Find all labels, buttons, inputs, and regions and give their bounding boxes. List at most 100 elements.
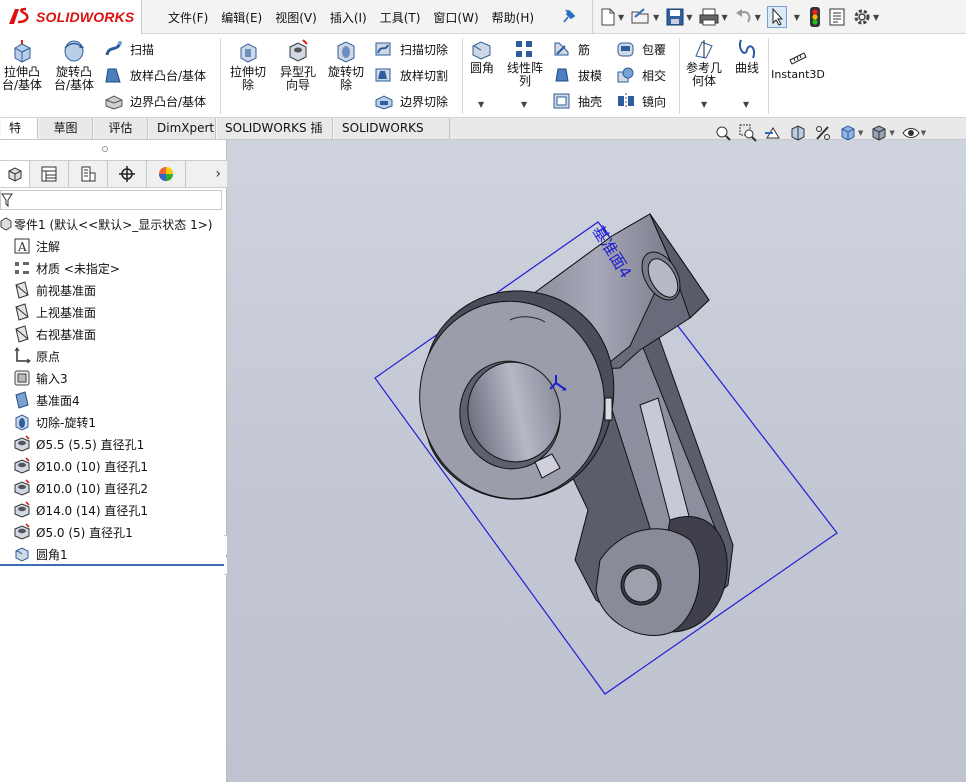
boundary-cut-button[interactable]: 边界切除 <box>374 92 448 110</box>
menu-window[interactable]: 窗口(W) <box>433 9 478 26</box>
tab-property-manager[interactable] <box>30 161 69 187</box>
draft-button[interactable]: 拔模 <box>552 66 602 84</box>
new-file-button[interactable]: ▼ <box>599 7 624 27</box>
revolve-boss-button[interactable]: 旋转凸 台/基体 <box>52 38 96 92</box>
select-button[interactable] <box>766 6 787 28</box>
pattern-dropdown[interactable]: ▼ <box>521 100 527 109</box>
open-folder-icon <box>631 8 649 24</box>
material-icon <box>12 258 32 278</box>
tree-root[interactable]: 零件1 (默认<<默认>_显示状态 1>) <box>0 213 227 235</box>
curves-button[interactable]: 曲线 <box>730 38 764 75</box>
feature-tree: 零件1 (默认<<默认>_显示状态 1>) A 注解 材质 <未指定> 前视基准面 上视… <box>0 213 227 565</box>
dynamic-annotation-button[interactable] <box>814 124 832 142</box>
extrude-boss-button[interactable]: 拉伸凸 台/基体 <box>0 38 44 92</box>
curves-dropdown[interactable]: ▼ <box>743 100 749 109</box>
plane-icon <box>12 302 32 322</box>
shell-button[interactable]: 抽壳 <box>552 92 602 110</box>
menu-tools[interactable]: 工具(T) <box>380 9 421 26</box>
tree-filter[interactable] <box>0 190 222 210</box>
reference-geometry-button[interactable]: 参考几 何体 <box>682 38 726 88</box>
tab-configuration-manager[interactable] <box>69 161 108 187</box>
tree-item[interactable]: 材质 <未指定> <box>0 257 227 279</box>
tree-item[interactable]: A 注解 <box>0 235 227 257</box>
draft-icon <box>555 68 569 82</box>
tree-item[interactable]: 上视基准面 <box>0 301 227 323</box>
tree-item[interactable]: Ø5.0 (5) 直径孔1 <box>0 521 227 543</box>
pin-icon[interactable] <box>562 9 576 25</box>
tree-item[interactable]: 基准面4 <box>0 389 227 411</box>
zoom-area-button[interactable] <box>739 124 757 142</box>
file-properties-button[interactable] <box>828 7 846 27</box>
intersect-button[interactable]: 相交 <box>616 66 666 84</box>
extrude-cut-button[interactable]: 拉伸切 除 <box>226 38 270 92</box>
linear-pattern-button[interactable]: 线性阵 列 <box>503 38 547 88</box>
part-model[interactable]: 基准面4 <box>227 140 966 782</box>
tree-item[interactable]: 右视基准面 <box>0 323 227 345</box>
fillet-icon <box>12 544 32 564</box>
tree-item[interactable]: 前视基准面 <box>0 279 227 301</box>
save-button[interactable]: ▼ <box>665 7 692 27</box>
undo-button[interactable]: ▼ <box>734 7 761 27</box>
menu-edit[interactable]: 编辑(E) <box>221 9 262 26</box>
tree-item-label: 切除-旋转1 <box>36 415 96 430</box>
tree-item[interactable]: 输入3 <box>0 367 227 389</box>
annotation-icon: A <box>12 236 32 256</box>
chevron-right-icon[interactable]: › <box>215 166 221 182</box>
lofted-cut-button[interactable]: 放样切割 <box>374 66 448 84</box>
fillet-dropdown[interactable]: ▼ <box>478 100 484 109</box>
menu-file[interactable]: 文件(F) <box>168 9 208 26</box>
tree-item[interactable]: Ø14.0 (14) 直径孔1 <box>0 499 227 521</box>
revolve-cut-button[interactable]: 旋转切 除 <box>324 38 368 92</box>
tree-item[interactable]: Ø10.0 (10) 直径孔1 <box>0 455 227 477</box>
hide-show-items-button[interactable]: ▼ <box>902 124 926 142</box>
tree-item[interactable]: Ø10.0 (10) 直径孔2 <box>0 477 227 499</box>
boundary-boss-button[interactable]: 边界凸台/基体 <box>104 92 206 110</box>
zoom-to-fit-button[interactable] <box>714 124 732 142</box>
tab-evaluate[interactable]: 评估 <box>93 118 148 139</box>
swept-cut-button[interactable]: 扫描切除 <box>374 40 448 58</box>
tab-display-manager[interactable] <box>147 161 186 187</box>
mirror-button[interactable]: 镜向 <box>616 92 666 110</box>
property-manager-icon <box>41 166 57 182</box>
print-button[interactable]: ▼ <box>698 7 728 27</box>
rib-button[interactable]: 筋 <box>552 40 590 58</box>
rebuild-button[interactable] <box>808 6 822 28</box>
tab-mbd[interactable]: SOLIDWORKS MBD <box>333 118 450 155</box>
loft-boss-button[interactable]: 放样凸台/基体 <box>104 66 206 84</box>
tab-features[interactable]: 特征 <box>0 118 38 155</box>
command-manager: 拉伸凸 台/基体 旋转凸 台/基体 扫描 放样凸台/基体 边界凸台/基体 拉伸切… <box>0 34 966 118</box>
tab-dimxpert-manager[interactable] <box>108 161 147 187</box>
graphics-area[interactable]: 基准面4 <box>227 140 966 782</box>
wrap-button[interactable]: 包覆 <box>616 40 666 58</box>
menu-insert[interactable]: 插入(I) <box>330 9 367 26</box>
menu-help[interactable]: 帮助(H) <box>492 9 534 26</box>
menu-view[interactable]: 视图(V) <box>275 9 317 26</box>
open-file-button[interactable]: ▼ <box>630 7 659 27</box>
instant3d-button[interactable]: Instant3D <box>771 46 825 81</box>
tab-addins[interactable]: SOLIDWORKS 插件 <box>216 118 333 155</box>
tab-dimxpert[interactable]: DimXpert <box>148 118 216 139</box>
display-style-button[interactable]: ▼ <box>870 124 895 142</box>
tree-item[interactable]: 圆角1 <box>0 543 227 565</box>
ref-geometry-dropdown[interactable]: ▼ <box>701 100 707 109</box>
options-button[interactable]: ▼ <box>852 7 879 27</box>
rollback-bar[interactable] <box>0 564 224 566</box>
zoom-fit-icon <box>716 126 731 141</box>
feature-manager-panel: › 零件1 (默认<<默认>_显示状态 1>) A 注解 材质 <未指定> 前视基准面… <box>0 140 234 782</box>
hole-icon <box>12 522 32 542</box>
tree-item[interactable]: 原点 <box>0 345 227 367</box>
previous-view-button[interactable] <box>764 124 782 142</box>
solidworks-logo[interactable]: SOLIDWORKS <box>0 0 142 34</box>
fillet-button[interactable]: 圆角 <box>466 38 498 75</box>
tab-feature-tree[interactable] <box>0 161 30 187</box>
view-orientation-button[interactable]: ▼ <box>839 124 863 142</box>
hole-wizard-button[interactable]: 异型孔 向导 <box>276 38 320 92</box>
sweep-button[interactable]: 扫描 <box>104 40 154 58</box>
tree-item[interactable]: Ø5.5 (5.5) 直径孔1 <box>0 433 227 455</box>
tree-item[interactable]: 切除-旋转1 <box>0 411 227 433</box>
origin-icon <box>12 346 32 366</box>
panel-grip-icon[interactable] <box>102 146 108 152</box>
lofted-cut-icon <box>375 68 391 82</box>
tab-sketch[interactable]: 草图 <box>38 118 93 139</box>
section-view-button[interactable] <box>789 124 807 142</box>
